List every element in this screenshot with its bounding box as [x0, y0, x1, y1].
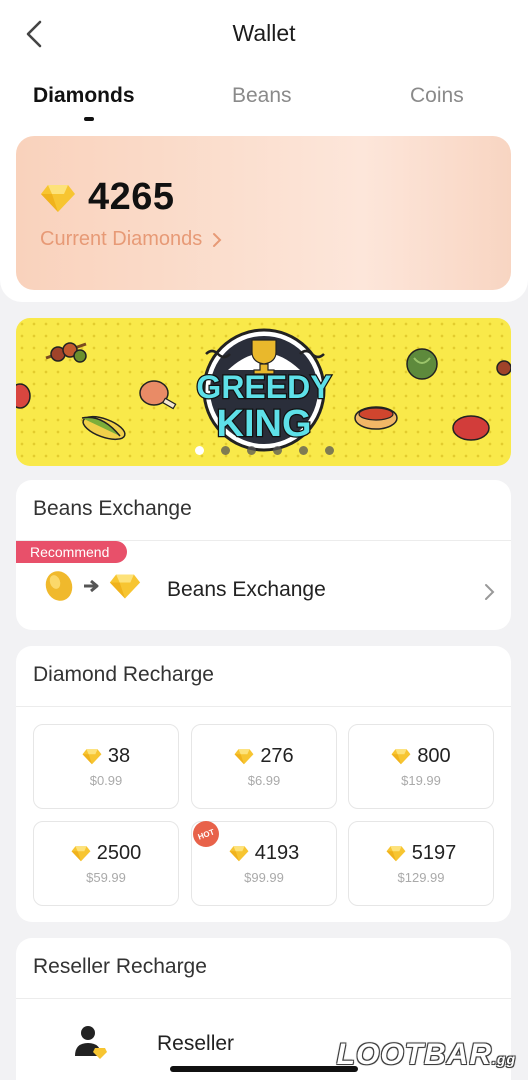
tab-diamonds[interactable]: Diamonds	[33, 84, 135, 108]
diamond-icon	[391, 749, 411, 765]
watermark: LOOTBAR.gg	[337, 1038, 516, 1072]
pack-price: $0.99	[89, 773, 123, 788]
pagination-dot[interactable]	[324, 446, 334, 455]
pack-amount: 4193	[254, 842, 300, 864]
banner-pagination	[0, 446, 528, 455]
pagination-dot[interactable]	[220, 446, 230, 455]
recharge-pack-0[interactable]: 38 $0.99	[33, 724, 179, 809]
bean-icon	[45, 571, 73, 601]
pack-price: $6.99	[247, 773, 281, 788]
pack-price: $59.99	[86, 870, 126, 885]
recharge-pack-1[interactable]: 276 $6.99	[191, 724, 337, 809]
pack-price: $129.99	[397, 870, 445, 885]
pack-amount: 38	[107, 745, 131, 767]
diamond-icon	[229, 846, 249, 862]
corn-icon	[81, 415, 126, 441]
recharge-pack-4[interactable]: 4193 $99.99 HOT	[191, 821, 337, 906]
chevron-right-icon	[213, 232, 222, 247]
recharge-pack-2[interactable]: 800 $19.99	[348, 724, 494, 809]
tab-coins[interactable]: Coins	[410, 84, 464, 108]
banner-title-line1: GREEDY	[196, 369, 331, 405]
diamond-icon	[71, 846, 91, 862]
home-indicator	[170, 1066, 358, 1072]
drumstick-icon	[139, 380, 177, 410]
diamond-icon	[41, 184, 75, 212]
diamond-icon	[386, 846, 406, 862]
beans-exchange-label: Beans Exchange	[167, 578, 326, 601]
meat-icon	[16, 383, 31, 409]
divider	[16, 998, 511, 999]
diamond-balance: 4265	[88, 176, 175, 218]
pack-price: $19.99	[401, 773, 441, 788]
pack-amount: 2500	[96, 842, 142, 864]
current-diamonds-label: Current Diamonds	[40, 228, 203, 250]
reseller-label: Reseller	[157, 1032, 235, 1055]
recharge-pack-5[interactable]: 5197 $129.99	[348, 821, 494, 906]
tab-beans[interactable]: Beans	[232, 84, 292, 108]
beans-exchange-card: Beans Exchange Recommend Beans Exchange	[16, 480, 511, 630]
watermark-text: LOOTBAR	[336, 1038, 492, 1071]
cabbage-icon	[406, 348, 438, 380]
banner-title-line2: KING	[217, 403, 312, 445]
pagination-dot[interactable]	[246, 446, 256, 455]
page-title: Wallet	[232, 20, 296, 46]
diamond-recharge-title: Diamond Recharge	[33, 663, 214, 686]
pack-amount: 276	[260, 745, 294, 767]
beans-exchange-row[interactable]: Beans Exchange	[16, 563, 511, 621]
active-tab-indicator	[84, 117, 94, 121]
watermark-suffix: .gg	[492, 1051, 516, 1067]
pagination-dot[interactable]	[194, 446, 204, 455]
skewer-icon	[496, 360, 511, 376]
pack-amount: 5197	[411, 842, 457, 864]
diamond-icon	[109, 574, 141, 599]
recommend-badge: Recommend	[16, 541, 128, 563]
pagination-dot[interactable]	[272, 446, 282, 455]
reseller-title: Reseller Recharge	[33, 955, 207, 978]
hot-badge: HOT	[193, 821, 219, 847]
current-diamonds-link[interactable]: Current Diamonds	[40, 228, 224, 251]
diamond-icon	[82, 749, 102, 765]
recharge-pack-3[interactable]: 2500 $59.99	[33, 821, 179, 906]
balance-card: 4265 Current Diamonds	[16, 136, 511, 290]
header-section: Wallet Diamonds Beans Coins 4265 Current…	[0, 0, 528, 302]
divider	[16, 706, 511, 707]
diamond-recharge-card: Diamond Recharge 38 $0.99 276 $6.99 800 $19.9…	[16, 646, 511, 922]
chevron-right-icon	[485, 584, 495, 600]
pack-amount: 800	[417, 745, 451, 767]
kebab-icon	[45, 342, 87, 363]
beans-exchange-title: Beans Exchange	[33, 497, 192, 520]
diamond-icon	[234, 749, 254, 765]
user-icon	[75, 1026, 107, 1059]
hotdog-icon	[354, 406, 398, 430]
pack-price: $99.99	[244, 870, 284, 885]
arrow-right-icon	[84, 579, 99, 593]
steak-icon	[452, 415, 490, 441]
promo-banner[interactable]: GREEDY KING	[16, 318, 511, 466]
pagination-dot[interactable]	[298, 446, 308, 455]
tab-bar: Diamonds Beans Coins	[0, 84, 528, 124]
